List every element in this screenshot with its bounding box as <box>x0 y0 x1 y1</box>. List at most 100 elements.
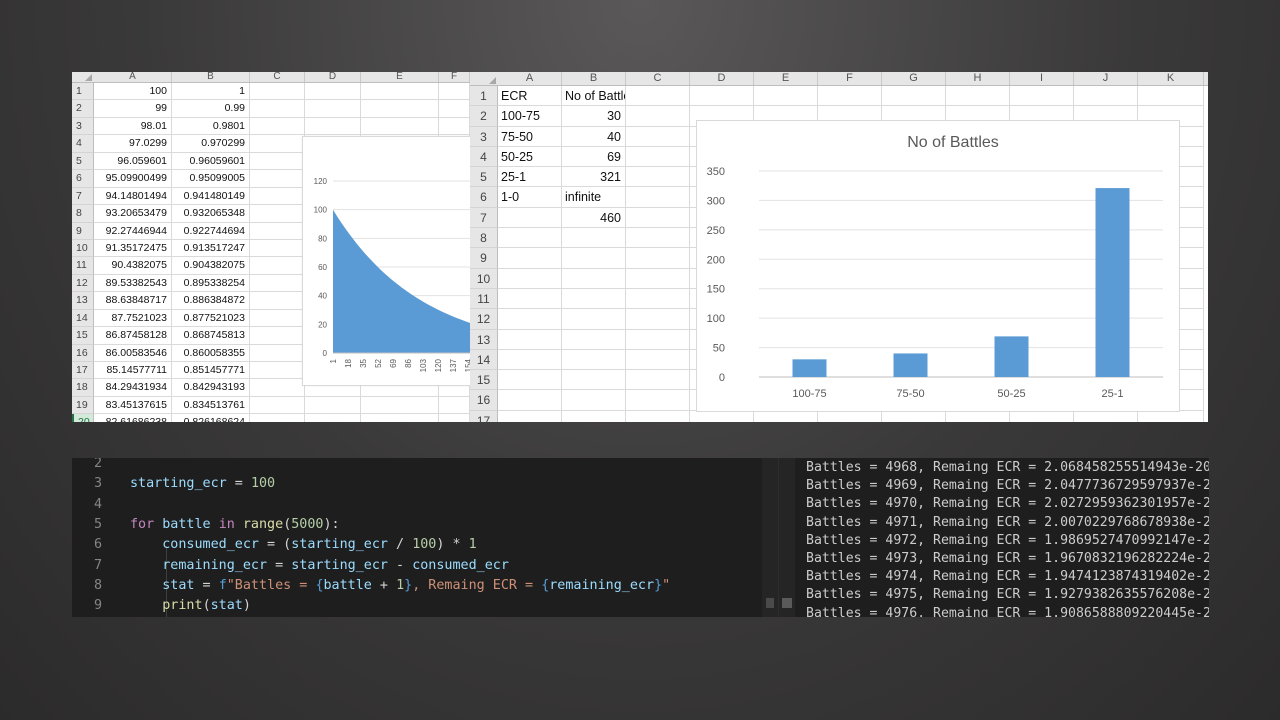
cell-empty[interactable] <box>250 292 305 310</box>
row-header[interactable]: 5 <box>72 152 94 171</box>
cell-empty[interactable] <box>250 135 305 153</box>
cell-empty[interactable] <box>250 327 305 345</box>
terminal-scrollbar[interactable] <box>779 458 795 617</box>
terminal-scrollbar-thumb[interactable] <box>782 598 792 608</box>
row-header[interactable]: 4 <box>72 135 94 153</box>
cell-empty[interactable] <box>250 414 305 422</box>
row-header[interactable]: 10 <box>72 239 94 258</box>
cell-a[interactable]: 93.20653479 <box>94 205 172 223</box>
cell-a[interactable]: 88.63848717 <box>94 292 172 310</box>
row-header[interactable]: 3 <box>470 126 498 147</box>
cell-empty[interactable] <box>250 205 305 223</box>
row-header[interactable]: 11 <box>72 257 94 275</box>
cell-b[interactable] <box>562 390 626 411</box>
cell-empty[interactable] <box>361 396 439 415</box>
row-header[interactable]: 2 <box>470 106 498 127</box>
cell-b[interactable]: 0.904382075 <box>172 257 250 275</box>
terminal-output[interactable]: Battles = 4968, Remaing ECR = 2.06845825… <box>778 458 1209 617</box>
cell-empty[interactable] <box>250 309 305 328</box>
cell-empty[interactable] <box>305 396 361 415</box>
cell-empty[interactable] <box>250 222 305 240</box>
row-header[interactable]: 12 <box>72 274 94 293</box>
cell-b[interactable]: 0.851457771 <box>172 362 250 380</box>
cell-a[interactable] <box>498 268 562 289</box>
cell-empty[interactable] <box>626 248 690 269</box>
cell-b[interactable]: 0.941480149 <box>172 187 250 206</box>
cell-a[interactable]: ECR <box>498 86 562 107</box>
cell-a[interactable]: 1-0 <box>498 187 562 208</box>
column-header-b[interactable]: B <box>172 72 250 82</box>
cell-empty[interactable] <box>626 329 690 350</box>
cell-empty[interactable] <box>882 86 946 107</box>
column-header-b[interactable]: B <box>562 72 626 85</box>
cell-a[interactable]: 82.61686238 <box>94 414 172 422</box>
cell-b[interactable]: 0.95099005 <box>172 170 250 188</box>
cell-a[interactable] <box>498 207 562 229</box>
cell-empty[interactable] <box>626 146 690 168</box>
column-header-k[interactable]: K <box>1138 72 1204 85</box>
row-header[interactable]: 7 <box>470 207 498 229</box>
column-header-d[interactable]: D <box>690 72 754 85</box>
cell-empty[interactable] <box>946 86 1010 107</box>
cell-empty[interactable] <box>250 117 305 136</box>
cell-empty[interactable] <box>754 86 818 107</box>
cell-a[interactable] <box>498 370 562 391</box>
cell-b[interactable]: 0.826168624 <box>172 414 250 422</box>
column-header-d[interactable]: D <box>305 72 361 82</box>
cell-empty[interactable] <box>626 126 690 147</box>
cell-b[interactable]: 0.922744694 <box>172 222 250 240</box>
cell-empty[interactable] <box>250 396 305 415</box>
row-header[interactable]: 17 <box>470 410 498 422</box>
cell-empty[interactable] <box>626 410 690 422</box>
cell-a[interactable] <box>498 349 562 371</box>
column-header-g[interactable]: G <box>882 72 946 85</box>
cell-empty[interactable] <box>305 100 361 118</box>
row-header[interactable]: 15 <box>470 370 498 391</box>
cell-a[interactable]: 94.14801494 <box>94 187 172 206</box>
cell-empty[interactable] <box>250 170 305 188</box>
cell-a[interactable]: 91.35172475 <box>94 239 172 258</box>
row-header[interactable]: 10 <box>470 268 498 289</box>
row-header[interactable]: 8 <box>72 205 94 223</box>
cell-a[interactable] <box>498 288 562 310</box>
column-header-f[interactable]: F <box>439 72 470 82</box>
row-header[interactable]: 19 <box>72 396 94 415</box>
cell-b[interactable] <box>562 410 626 422</box>
editor-scrollbar-thumb[interactable] <box>766 598 774 608</box>
cell-empty[interactable] <box>626 106 690 127</box>
cell-empty[interactable] <box>626 268 690 289</box>
cell-empty[interactable] <box>626 390 690 411</box>
cell-b[interactable] <box>562 228 626 249</box>
cell-a[interactable] <box>498 228 562 249</box>
code-editor[interactable]: 2 3 starting_ecr = 100 4 5 for battle in rang… <box>72 458 778 617</box>
cell-empty[interactable] <box>250 152 305 171</box>
row-header[interactable]: 5 <box>470 167 498 188</box>
row-header[interactable]: 16 <box>470 390 498 411</box>
row-header[interactable]: 9 <box>470 248 498 269</box>
cell-b[interactable] <box>562 329 626 350</box>
cell-empty[interactable] <box>626 288 690 310</box>
cell-b[interactable] <box>562 288 626 310</box>
cell-empty[interactable] <box>626 86 690 107</box>
cell-b[interactable]: 460 <box>562 207 626 229</box>
cell-empty[interactable] <box>626 167 690 188</box>
cell-a[interactable]: 87.7521023 <box>94 309 172 328</box>
cell-a[interactable]: 97.0299 <box>94 135 172 153</box>
decay-area-chart[interactable]: 0 20 40 60 80 100 120 1 18 35 52 69 86 103 120 137 154 <box>302 136 470 386</box>
cell-a[interactable]: 92.27446944 <box>94 222 172 240</box>
row-header[interactable]: 14 <box>72 309 94 328</box>
cell-b[interactable]: 0.895338254 <box>172 274 250 293</box>
column-header-c[interactable]: C <box>626 72 690 85</box>
row-header[interactable]: 12 <box>470 309 498 330</box>
cell-b[interactable]: 0.970299 <box>172 135 250 153</box>
cell-b[interactable]: No of Battles <box>562 86 626 107</box>
cell-empty[interactable] <box>305 117 361 136</box>
cell-empty[interactable] <box>626 370 690 391</box>
column-header-i[interactable]: I <box>1010 72 1074 85</box>
cell-empty[interactable] <box>439 414 470 422</box>
row-header[interactable]: 2 <box>72 100 94 118</box>
cell-a[interactable]: 85.14577711 <box>94 362 172 380</box>
cell-empty[interactable] <box>439 117 470 136</box>
cell-b[interactable]: 30 <box>562 106 626 127</box>
cell-empty[interactable] <box>305 414 361 422</box>
